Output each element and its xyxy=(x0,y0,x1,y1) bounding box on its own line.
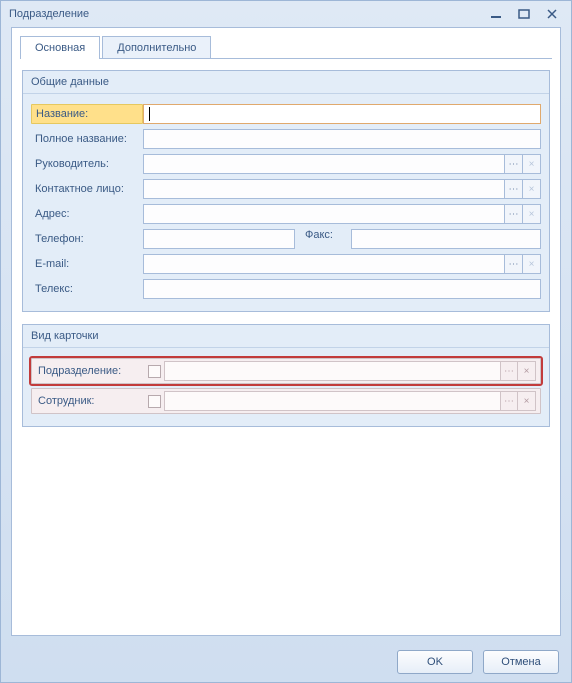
manager-label: Руководитель: xyxy=(31,155,143,173)
phone-label: Телефон: xyxy=(31,230,143,248)
name-input[interactable] xyxy=(143,104,541,124)
card-employee-input[interactable] xyxy=(164,391,500,411)
card-employee-checkbox[interactable] xyxy=(148,395,161,408)
card-department-row: Подразделение: ⋯ × xyxy=(31,358,541,384)
manager-clear-button[interactable]: × xyxy=(523,154,541,174)
email-input[interactable] xyxy=(143,254,505,274)
card-employee-label: Сотрудник: xyxy=(36,395,144,407)
fax-label: Факс: xyxy=(295,229,351,249)
group-card-title: Вид карточки xyxy=(23,325,549,348)
group-card: Вид карточки Подразделение: ⋯ × Сотрудни… xyxy=(22,324,550,427)
fax-input[interactable] xyxy=(351,229,541,249)
tab-body-main: Общие данные Название: Полное название: xyxy=(12,60,560,635)
window: Подразделение Основная Дополнительно Общ… xyxy=(0,0,572,683)
group-general: Общие данные Название: Полное название: xyxy=(22,70,550,312)
telex-input[interactable] xyxy=(143,279,541,299)
card-employee-clear-button[interactable]: × xyxy=(518,391,536,411)
titlebar: Подразделение xyxy=(1,1,571,27)
card-department-browse-button[interactable]: ⋯ xyxy=(500,361,518,381)
contact-label: Контактное лицо: xyxy=(31,180,143,198)
email-label: E-mail: xyxy=(31,255,143,273)
contact-browse-button[interactable]: ⋯ xyxy=(505,179,523,199)
tab-extra[interactable]: Дополнительно xyxy=(102,36,211,59)
phone-input[interactable] xyxy=(143,229,295,249)
fullname-input[interactable] xyxy=(143,129,541,149)
manager-browse-button[interactable]: ⋯ xyxy=(505,154,523,174)
tab-strip: Основная Дополнительно xyxy=(12,28,560,59)
card-employee-row: Сотрудник: ⋯ × xyxy=(31,388,541,414)
email-browse-button[interactable]: ⋯ xyxy=(505,254,523,274)
ok-button[interactable]: OK xyxy=(397,650,473,674)
fullname-label: Полное название: xyxy=(31,130,143,148)
cancel-button[interactable]: Отмена xyxy=(483,650,559,674)
manager-input[interactable] xyxy=(143,154,505,174)
close-icon[interactable] xyxy=(541,6,563,22)
contact-clear-button[interactable]: × xyxy=(523,179,541,199)
card-department-checkbox[interactable] xyxy=(148,365,161,378)
content-panel: Основная Дополнительно Общие данные Назв… xyxy=(11,27,561,636)
card-department-input[interactable] xyxy=(164,361,500,381)
card-department-label: Подразделение: xyxy=(36,365,144,377)
maximize-icon[interactable] xyxy=(513,6,535,22)
button-bar: OK Отмена xyxy=(1,642,571,682)
card-employee-browse-button[interactable]: ⋯ xyxy=(500,391,518,411)
name-label: Название: xyxy=(31,104,143,124)
address-label: Адрес: xyxy=(31,205,143,223)
minimize-icon[interactable] xyxy=(485,6,507,22)
card-department-clear-button[interactable]: × xyxy=(518,361,536,381)
email-clear-button[interactable]: × xyxy=(523,254,541,274)
address-input[interactable] xyxy=(143,204,505,224)
address-clear-button[interactable]: × xyxy=(523,204,541,224)
telex-label: Телекс: xyxy=(31,280,143,298)
text-caret xyxy=(149,107,150,121)
window-title: Подразделение xyxy=(9,8,479,20)
contact-input[interactable] xyxy=(143,179,505,199)
group-general-title: Общие данные xyxy=(23,71,549,94)
address-browse-button[interactable]: ⋯ xyxy=(505,204,523,224)
tab-main[interactable]: Основная xyxy=(20,36,100,59)
